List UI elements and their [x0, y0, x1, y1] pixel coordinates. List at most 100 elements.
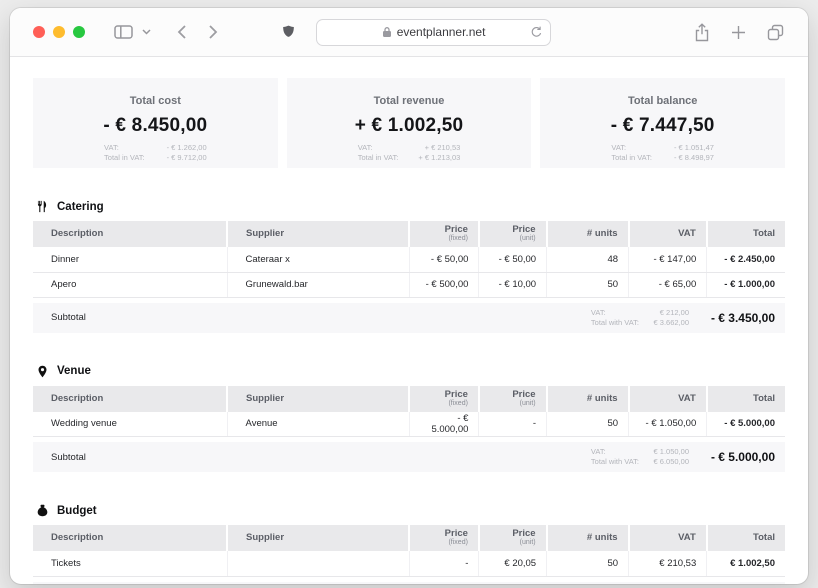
table-cell[interactable]: 50 [547, 551, 629, 576]
table-cell[interactable]: - € 500,00 [409, 272, 479, 297]
section-title: Venue [57, 365, 91, 377]
column-header: Price(fixed) [409, 386, 479, 412]
address-bar[interactable]: eventplanner.net [316, 19, 551, 46]
budget-page: Total cost - € 8.450,00 VAT: - € 1.262,0… [10, 57, 808, 584]
column-header: VAT [629, 221, 707, 247]
subtotal-row: Subtotal VAT: € 212,00 Total with VAT: €… [33, 303, 785, 333]
column-header: Total [707, 386, 785, 412]
subtotal-total: - € 3.450,00 [703, 311, 775, 325]
chevron-down-icon [142, 29, 151, 35]
sidebar-toggle-button[interactable] [112, 22, 135, 42]
share-icon [694, 23, 710, 42]
table-cell[interactable]: 50 [547, 272, 629, 297]
tab-group-dropdown-button[interactable] [140, 27, 153, 37]
card-amount: - € 8.450,00 [33, 115, 278, 137]
table-cell[interactable]: Dinner [33, 247, 227, 272]
total-with-vat-label: Total with VAT: [591, 457, 639, 467]
column-header: # units [547, 525, 629, 551]
vat-label: VAT: [611, 143, 652, 153]
chevron-right-icon [208, 24, 218, 40]
table-cell[interactable]: Tickets [33, 551, 227, 576]
budget-section: Catering DescriptionSupplierPrice(fixed)… [33, 200, 785, 333]
vat-label: VAT: [358, 143, 399, 153]
total-in-vat-value: - € 8.498,97 [656, 153, 714, 163]
total-revenue-card: Total revenue + € 1.002,50 VAT: + € 210,… [287, 78, 532, 168]
column-header: Total [707, 525, 785, 551]
vat-value: - € 1.262,00 [149, 143, 207, 153]
table-header-row: DescriptionSupplierPrice(fixed)Price(uni… [33, 386, 785, 412]
column-header: VAT [629, 525, 707, 551]
column-header: # units [547, 386, 629, 412]
column-header: Supplier [227, 221, 409, 247]
privacy-report-button[interactable] [279, 22, 298, 42]
tab-overview-button[interactable] [765, 22, 786, 43]
table-cell[interactable]: - € 147,00 [629, 247, 707, 272]
share-button[interactable] [692, 21, 712, 44]
table-cell[interactable]: Wedding venue [33, 412, 227, 437]
table-cell[interactable]: - € 50,00 [479, 247, 547, 272]
browser-window: eventplanner.net Total cost - € 8.450,00 [10, 8, 808, 584]
table-cell[interactable]: 48 [547, 247, 629, 272]
table-cell[interactable]: - [479, 412, 547, 437]
new-tab-button[interactable] [729, 23, 748, 42]
section-title: Budget [57, 505, 97, 517]
column-header: Total [707, 221, 785, 247]
card-amount: - € 7.447,50 [540, 115, 785, 137]
close-window-button[interactable] [33, 26, 45, 38]
table-cell[interactable]: € 210,53 [629, 551, 707, 576]
vat-value: € 1.050,00 [645, 447, 689, 457]
table-cell[interactable]: - [409, 551, 479, 576]
table-cell[interactable]: Apero [33, 272, 227, 297]
column-header: Supplier [227, 386, 409, 412]
venue-icon [36, 365, 49, 378]
table-cell[interactable]: - € 50,00 [409, 247, 479, 272]
table-cell[interactable]: 50 [547, 412, 629, 437]
table-row[interactable]: DinnerCateraar x- € 50,00- € 50,0048- € … [33, 247, 785, 272]
table-cell[interactable]: € 20,05 [479, 551, 547, 576]
catering-icon [36, 200, 49, 213]
total-in-vat-label: Total in VAT: [611, 153, 652, 163]
back-button[interactable] [175, 22, 189, 42]
table-cell[interactable]: - € 5.000,00 [409, 412, 479, 437]
table-cell[interactable]: - € 65,00 [629, 272, 707, 297]
card-title: Total cost [33, 95, 278, 107]
table-cell[interactable]: Avenue [227, 412, 409, 437]
column-header: Price(unit) [479, 221, 547, 247]
table-cell[interactable]: - € 1.050,00 [629, 412, 707, 437]
shield-icon [281, 24, 296, 40]
table-cell[interactable]: Cateraar x [227, 247, 409, 272]
total-in-vat-label: Total in VAT: [358, 153, 399, 163]
card-amount: + € 1.002,50 [287, 115, 532, 137]
sections: Catering DescriptionSupplierPrice(fixed)… [33, 200, 785, 584]
vat-value: + € 210,53 [402, 143, 460, 153]
section-title: Catering [57, 201, 104, 213]
column-header: VAT [629, 386, 707, 412]
table-cell[interactable]: - € 10,00 [479, 272, 547, 297]
table-row[interactable]: Tickets -€ 20,0550€ 210,53€ 1.002,50 [33, 551, 785, 576]
table-cell[interactable]: - € 1.000,00 [707, 272, 785, 297]
chevron-left-icon [177, 24, 187, 40]
table-cell[interactable]: € 1.002,50 [707, 551, 785, 576]
table-row[interactable]: AperoGrunewald.bar- € 500,00- € 10,0050-… [33, 272, 785, 297]
table-cell[interactable] [227, 551, 409, 576]
column-header: # units [547, 221, 629, 247]
sidebar-icon [114, 24, 133, 40]
subtotal-label: Subtotal [51, 312, 86, 323]
table-cell[interactable]: Grunewald.bar [227, 272, 409, 297]
budget-icon [36, 504, 49, 517]
zoom-window-button[interactable] [73, 26, 85, 38]
column-header: Price(fixed) [409, 525, 479, 551]
minimize-window-button[interactable] [53, 26, 65, 38]
vat-label: VAT: [591, 308, 639, 318]
traffic-lights [33, 26, 85, 38]
table-header-row: DescriptionSupplierPrice(fixed)Price(uni… [33, 525, 785, 551]
table-header-row: DescriptionSupplierPrice(fixed)Price(uni… [33, 221, 785, 247]
vat-value: € 212,00 [645, 308, 689, 318]
section-header: Venue [33, 365, 785, 378]
table-row[interactable]: Wedding venueAvenue- € 5.000,00-50- € 1.… [33, 412, 785, 437]
reload-button[interactable] [530, 25, 543, 39]
table-cell[interactable]: - € 2.450,00 [707, 247, 785, 272]
total-balance-card: Total balance - € 7.447,50 VAT: - € 1.05… [540, 78, 785, 168]
table-cell[interactable]: - € 5.000,00 [707, 412, 785, 437]
forward-button[interactable] [206, 22, 220, 42]
